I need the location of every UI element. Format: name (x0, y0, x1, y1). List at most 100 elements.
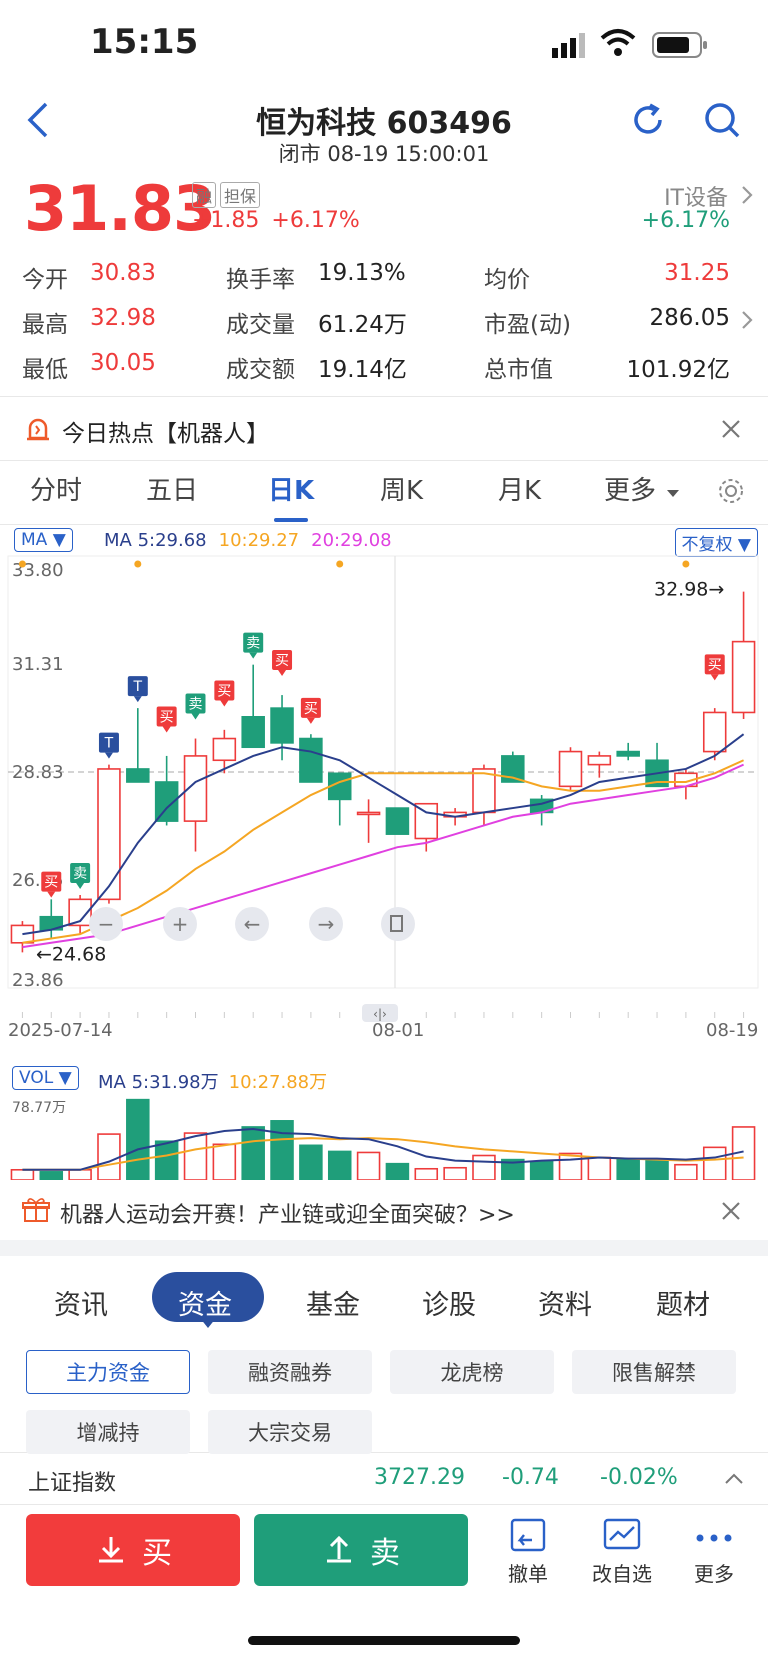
ma20-value: 20:29.08 (311, 530, 392, 551)
volume-bar (299, 1144, 323, 1180)
info-tab[interactable]: 诊股 (422, 1283, 476, 1322)
buy-button[interactable]: 买 (26, 1514, 240, 1586)
volume-bar (154, 1140, 179, 1180)
stat-value: 31.25 (664, 260, 730, 286)
index-name[interactable]: 上证指数 (28, 1465, 116, 1497)
volume-bar (183, 1132, 208, 1180)
price-change-pct: +6.17% (271, 208, 360, 233)
x-tick-label: 08-19 (706, 1020, 758, 1041)
pan-right-icon: → (318, 912, 335, 936)
buy-marker-pointer (710, 674, 719, 681)
settings-gear-icon[interactable] (716, 476, 746, 510)
dropdown-caret-icon: ▼ (58, 1068, 72, 1088)
kline-tab[interactable]: 更多 (604, 470, 656, 507)
hot-topic[interactable]: 今日热点【机器人】 (62, 414, 269, 448)
kline-tab[interactable]: 日K (268, 470, 314, 507)
home-indicator (248, 1636, 520, 1645)
buy-marker-pointer (220, 700, 229, 707)
cancel-order-label: 撤单 (508, 1562, 548, 1586)
search-icon[interactable] (704, 102, 742, 144)
fund-chip[interactable]: 限售解禁 (572, 1350, 736, 1394)
buy-marker-label: 买 (44, 875, 58, 891)
kline-tab[interactable]: 五日 (146, 470, 198, 507)
more-dots-icon (696, 1534, 732, 1542)
sell-button[interactable]: 卖 (254, 1514, 468, 1586)
candle-body (241, 716, 265, 749)
info-tab[interactable]: 资讯 (54, 1283, 108, 1322)
stat-label: 成交量 (226, 312, 295, 338)
volume-bar (472, 1154, 496, 1180)
t-marker-label: T (104, 736, 114, 752)
gift-icon (22, 1196, 50, 1228)
edit-watchlist-button[interactable]: 改自选 (582, 1518, 662, 1587)
buy-marker-pointer (306, 717, 315, 724)
y-tick-label: 31.31 (12, 654, 64, 675)
event-marker (134, 560, 142, 568)
y-tick-label: 23.86 (12, 970, 64, 991)
fund-chip[interactable]: 大宗交易 (208, 1410, 372, 1454)
info-tab[interactable]: 资金 (178, 1283, 232, 1322)
candle-body (472, 768, 496, 814)
stat-value: 61.24万 (318, 312, 407, 338)
buy-marker-label: 买 (304, 701, 318, 717)
more-button[interactable]: 更多 (674, 1518, 754, 1587)
fund-chip[interactable]: 主力资金 (26, 1350, 190, 1394)
kline-tab[interactable]: 分时 (30, 470, 82, 507)
t-marker-pointer (104, 752, 113, 759)
index-change: -0.74 (502, 1465, 559, 1490)
stat-label: 总市值 (484, 357, 553, 383)
candle-body (126, 768, 150, 783)
buy-label: 买 (142, 1536, 172, 1571)
candle-body (731, 640, 756, 714)
sell-marker-label: 卖 (246, 636, 260, 652)
info-tab[interactable]: 基金 (306, 1283, 360, 1322)
vol-ma10-value: 10:27.88万 (228, 1072, 328, 1093)
price-change: +1.85 (192, 208, 260, 233)
x-tick-label: 08-01 (372, 1020, 424, 1041)
kline-tab[interactable]: 周K (380, 470, 423, 507)
tip-banner[interactable]: 机器人运动会开赛！产业链或迎全面突破？>> (60, 1197, 515, 1229)
stat-value: 19.13% (318, 260, 406, 286)
chevron-right-icon[interactable] (740, 309, 754, 335)
volume-bar (39, 1171, 64, 1180)
vol-max-label: 78.77万 (12, 1100, 66, 1116)
chevron-right-icon[interactable] (740, 184, 754, 210)
volume-bar (443, 1166, 467, 1180)
volume-bar (126, 1098, 150, 1180)
refresh-icon[interactable] (630, 102, 666, 142)
close-icon[interactable] (720, 1200, 742, 1226)
sell-marker-pointer (76, 882, 85, 889)
candlestick-chart[interactable]: 33.8031.3128.8326.3523.8632.98→←24.68202… (0, 552, 768, 1052)
volume-bar (414, 1167, 439, 1180)
buy-marker-pointer (162, 726, 171, 733)
info-tab[interactable]: 题材 (656, 1283, 710, 1322)
kline-tab[interactable]: 月K (498, 470, 541, 507)
fund-chip[interactable]: 增减持 (26, 1410, 190, 1454)
t-marker-label: T (133, 679, 143, 695)
high-label: 32.98→ (654, 579, 724, 601)
buy-marker-label: 买 (275, 653, 289, 669)
ma-selector[interactable]: MA ▼ (14, 528, 73, 552)
volume-chart[interactable]: 78.77万 (0, 1096, 768, 1180)
drag-handle-icon: ‹|› (373, 1007, 387, 1021)
more-caret-icon[interactable] (666, 484, 680, 503)
cancel-order-button[interactable]: 撤单 (488, 1518, 568, 1587)
close-icon[interactable] (720, 418, 742, 444)
dropdown-caret-icon: ▼ (52, 530, 66, 550)
candle-body (270, 707, 294, 744)
stat-value: 286.05 (649, 305, 730, 331)
info-tab[interactable]: 资料 (538, 1283, 592, 1322)
stat-label: 换手率 (226, 267, 295, 293)
fund-chip[interactable]: 龙虎榜 (390, 1350, 554, 1394)
volume-bar (356, 1151, 381, 1180)
wifi-icon (600, 28, 636, 62)
volume-bar (10, 1168, 35, 1180)
chevron-up-icon[interactable] (724, 1470, 744, 1489)
candle-body (299, 737, 323, 783)
buy-marker-label: 买 (217, 683, 231, 699)
volume-bar (327, 1150, 352, 1180)
candle-body (587, 755, 612, 766)
candle-body (702, 711, 727, 753)
vol-selector[interactable]: VOL ▼ (12, 1066, 79, 1090)
fund-chip[interactable]: 融资融券 (208, 1350, 372, 1394)
